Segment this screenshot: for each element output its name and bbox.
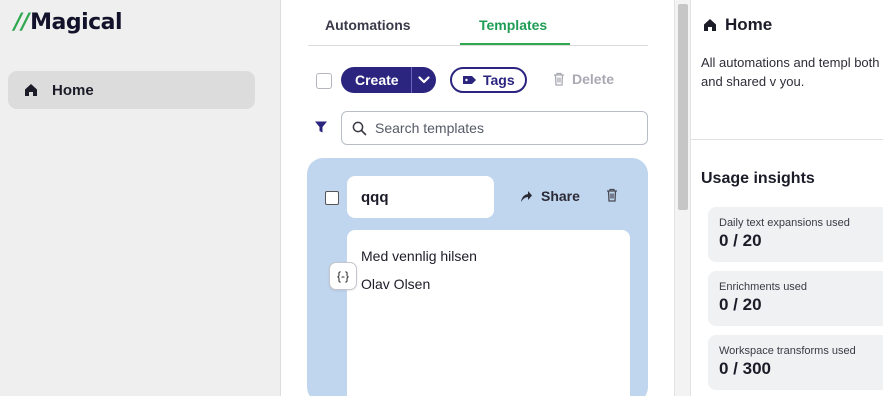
usage-stat-enrichments: Enrichments used 0 / 20	[708, 271, 883, 326]
search-box	[341, 111, 648, 145]
delete-button[interactable]: Delete	[553, 71, 614, 87]
divider	[691, 139, 883, 140]
template-checkbox[interactable]	[325, 191, 339, 205]
usage-insights-heading: Usage insights	[701, 170, 815, 187]
tab-templates[interactable]: Templates	[479, 17, 547, 33]
template-body-line: Olav Olsen	[361, 276, 431, 292]
trash-icon	[553, 72, 565, 86]
create-button-group: Create	[341, 67, 436, 93]
tags-label: Tags	[483, 72, 515, 88]
stat-label: Workspace transforms used	[719, 345, 856, 357]
share-button[interactable]: Share	[519, 188, 580, 204]
tag-icon	[462, 75, 477, 85]
usage-stat-workspace-transforms: Workspace transforms used 0 / 300	[708, 335, 883, 390]
templates-panel: Automations Templates Create Tags Delete…	[282, 0, 674, 396]
sidebar-item-home[interactable]: Home	[8, 71, 255, 109]
search-icon	[352, 121, 367, 136]
filter-icon[interactable]	[314, 120, 328, 134]
toolbar: Create Tags Delete	[315, 67, 655, 93]
template-title-field[interactable]: qqq	[347, 176, 494, 218]
magical-logo[interactable]: //Magical	[14, 10, 123, 35]
home-icon	[23, 82, 39, 98]
tab-bar: Automations Templates	[308, 0, 648, 46]
delete-label: Delete	[572, 71, 615, 87]
details-panel: Home All automations and templ both pers…	[691, 0, 883, 396]
stat-label: Daily text expansions used	[719, 217, 850, 229]
template-card[interactable]: qqq Share Med vennlig hilsen Olav Olsen …	[307, 158, 648, 396]
share-label: Share	[541, 188, 580, 204]
scrollbar-thumb[interactable]	[678, 4, 688, 210]
stat-value: 0 / 300	[719, 359, 771, 378]
insert-variable-button[interactable]: {-}	[329, 262, 357, 290]
panel-description: All automations and templ both personal …	[701, 55, 883, 89]
usage-stat-text-expansions: Daily text expansions used 0 / 20	[708, 207, 883, 262]
logo-text: Magical	[30, 10, 123, 35]
tab-automations[interactable]: Automations	[325, 17, 411, 33]
scrollbar[interactable]	[674, 0, 691, 396]
trash-icon[interactable]	[606, 188, 618, 202]
variable-icon: {-}	[336, 269, 349, 283]
home-icon	[703, 18, 717, 32]
tags-button[interactable]: Tags	[450, 67, 527, 93]
create-dropdown-button[interactable]	[410, 67, 436, 93]
stat-value: 0 / 20	[719, 295, 762, 314]
template-body-field[interactable]: Med vennlig hilsen Olav Olsen	[347, 230, 630, 396]
stat-label: Enrichments used	[719, 281, 808, 293]
template-body-line: Med vennlig hilsen	[361, 248, 477, 264]
search-input[interactable]	[375, 120, 625, 136]
active-tab-indicator	[460, 43, 570, 45]
panel-title: Home	[703, 15, 772, 35]
panel-title-text: Home	[725, 15, 773, 34]
sidebar: //Magical Home	[0, 0, 281, 396]
select-all-checkbox[interactable]	[316, 73, 332, 89]
app-window: //Magical Home Automations Templates Cre…	[0, 0, 883, 396]
stat-value: 0 / 20	[719, 231, 762, 250]
share-icon	[519, 189, 533, 203]
chevron-down-icon	[417, 76, 430, 84]
sidebar-item-label: Home	[52, 81, 94, 99]
create-button[interactable]: Create	[341, 67, 411, 93]
logo-slashes: //	[14, 10, 30, 35]
